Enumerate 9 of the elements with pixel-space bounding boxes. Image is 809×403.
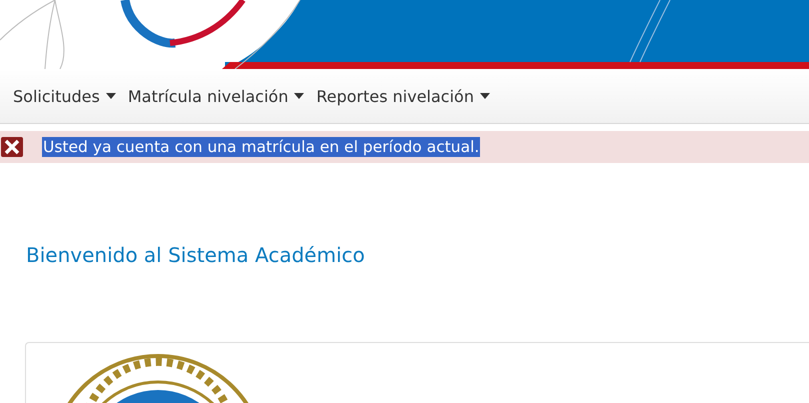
menu-dropdown[interactable]: Reportes nivelación: [316, 86, 490, 106]
caret-icon: [480, 93, 490, 99]
caret-icon: [106, 93, 116, 99]
menu-dropdown[interactable]: Solicitudes: [13, 86, 116, 106]
caret-icon: [294, 93, 304, 99]
close-icon: [0, 136, 24, 158]
menu-dropdown[interactable]: Matrícula nivelación: [128, 86, 304, 106]
alert-message: Usted ya cuenta con una matrícula en el período actual.: [42, 137, 480, 157]
welcome-title: Bienvenido al Sistema Académico: [26, 243, 366, 267]
